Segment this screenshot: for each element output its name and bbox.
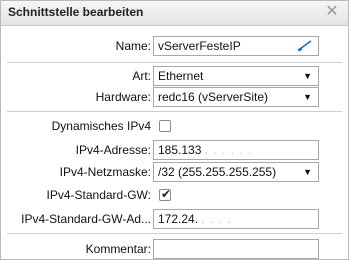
obscured-text: . . . . . . bbox=[204, 143, 253, 157]
netmask-label: IPv4-Netzmaske: bbox=[59, 165, 151, 179]
edit-interface-dialog: Schnittstelle bearbeiten ✕ Name: vServer… bbox=[0, 0, 349, 260]
separator bbox=[7, 233, 342, 234]
type-select[interactable]: Ethernet ▼ bbox=[153, 66, 319, 86]
dialog-titlebar[interactable]: Schnittstelle bearbeiten ✕ bbox=[1, 1, 348, 26]
close-icon[interactable]: ✕ bbox=[324, 3, 340, 21]
name-value: vServerFesteIP bbox=[158, 39, 241, 53]
dropdown-arrow-icon: ▼ bbox=[303, 71, 312, 81]
name-label: Name: bbox=[115, 39, 151, 53]
obscured-text: . . . . bbox=[201, 212, 232, 226]
default-gateway-address-value: 172.24. bbox=[158, 212, 199, 226]
dropdown-arrow-icon: ▼ bbox=[303, 92, 312, 102]
default-gateway-label: IPv4-Standard-GW: bbox=[46, 188, 151, 202]
hardware-value: redc16 (vServerSite) bbox=[158, 90, 269, 104]
ipv4-address-value: 185.133 bbox=[158, 143, 202, 157]
comment-input[interactable] bbox=[153, 239, 319, 259]
hardware-label: Hardware: bbox=[95, 90, 151, 104]
netmask-value: /32 (255.255.255.255) bbox=[158, 165, 277, 179]
default-gateway-address-input[interactable]: 172.24. . . . . bbox=[153, 209, 319, 229]
comment-label: Kommentar: bbox=[85, 242, 151, 256]
type-value: Ethernet bbox=[158, 69, 204, 83]
dhcp-label: Dynamisches IPv4 bbox=[51, 119, 151, 133]
default-gateway-checkbox[interactable]: ✔ bbox=[159, 187, 172, 201]
name-input[interactable]: vServerFesteIP bbox=[153, 36, 319, 56]
separator bbox=[7, 62, 342, 63]
netmask-select[interactable]: /32 (255.255.255.255) ▼ bbox=[153, 162, 319, 182]
dropdown-arrow-icon: ▼ bbox=[303, 167, 312, 177]
ipv4-address-input[interactable]: 185.133 . . . . . . bbox=[153, 140, 319, 160]
pen-icon[interactable] bbox=[296, 39, 314, 53]
dialog-title: Schnittstelle bearbeiten bbox=[8, 5, 144, 19]
separator bbox=[7, 111, 342, 112]
type-label: Art: bbox=[132, 69, 151, 83]
dhcp-checkbox[interactable] bbox=[159, 120, 171, 132]
default-gateway-address-label: IPv4-Standard-GW-Ad... bbox=[21, 212, 151, 226]
ipv4-address-label: IPv4-Adresse: bbox=[75, 143, 151, 157]
hardware-select[interactable]: redc16 (vServerSite) ▼ bbox=[153, 87, 319, 107]
checkmark-icon: ✔ bbox=[161, 187, 172, 201]
